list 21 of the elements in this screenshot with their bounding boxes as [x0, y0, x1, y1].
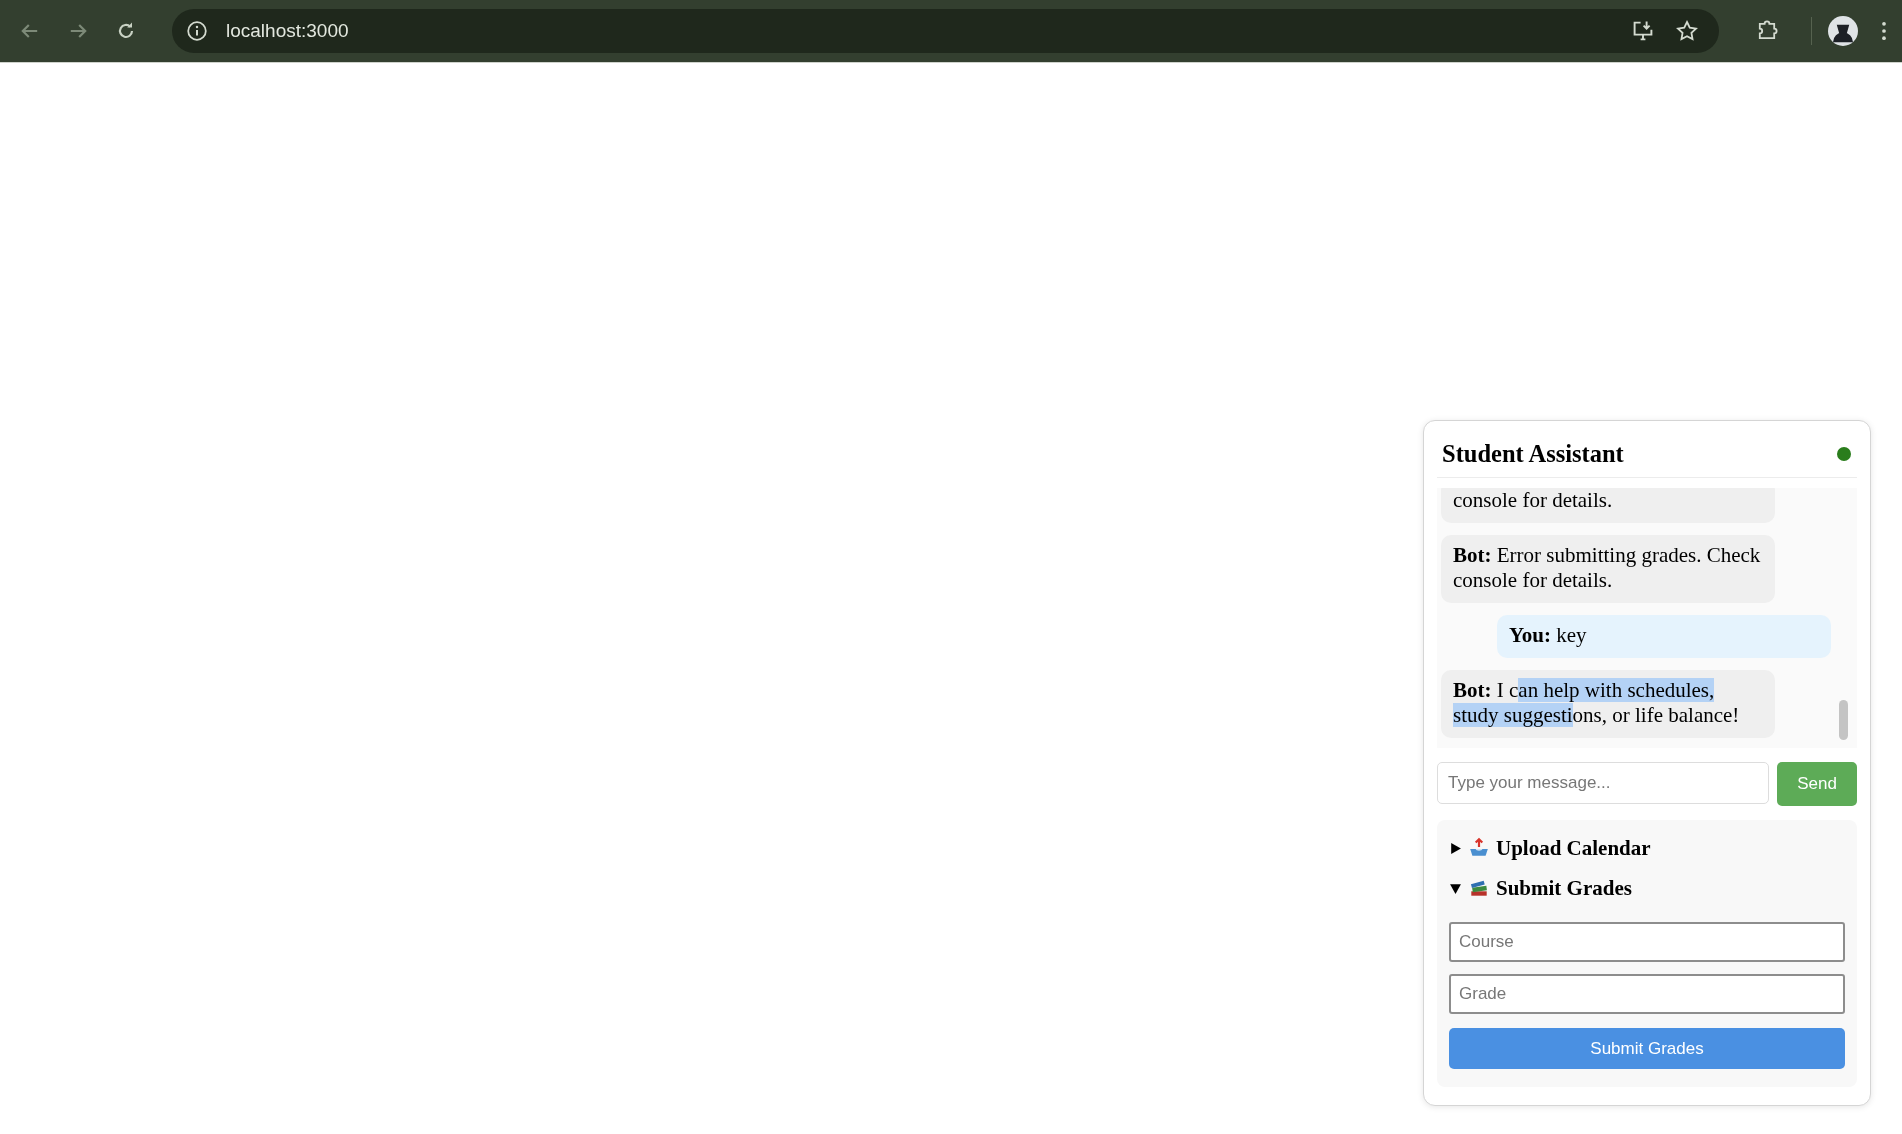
- info-icon[interactable]: [186, 20, 208, 42]
- scrollbar-thumb[interactable]: [1839, 700, 1848, 740]
- form-field[interactable]: Course: [1449, 922, 1845, 962]
- menu-icon[interactable]: [1880, 20, 1888, 42]
- form-field[interactable]: Grade: [1449, 974, 1845, 1014]
- disclosure-triangle-icon[interactable]: [1449, 841, 1462, 855]
- message-input[interactable]: Type your message...: [1437, 762, 1769, 804]
- chat-message: You: key: [1497, 615, 1831, 658]
- chat-message: console for details.: [1441, 488, 1775, 523]
- avatar-icon[interactable]: [1828, 16, 1858, 46]
- star-icon[interactable]: [1675, 19, 1699, 43]
- section-toggle[interactable]: Upload Calendar: [1449, 828, 1651, 868]
- inbox-icon: [1468, 837, 1490, 859]
- chat-message: Bot: Error submitting grades. Check console for details.: [1441, 535, 1775, 603]
- url-text: localhost:3000: [226, 20, 350, 42]
- disclosure-triangle-icon[interactable]: [1449, 881, 1462, 895]
- install-icon[interactable]: [1631, 19, 1655, 43]
- chat-title: Student Assistant: [1442, 439, 1624, 468]
- section-toggle[interactable]: Submit Grades: [1449, 868, 1632, 908]
- chat-message: Bot: I can help with schedules, study suggestions, or life balance!: [1441, 670, 1775, 738]
- address-bar[interactable]: localhost:3000: [172, 9, 1719, 53]
